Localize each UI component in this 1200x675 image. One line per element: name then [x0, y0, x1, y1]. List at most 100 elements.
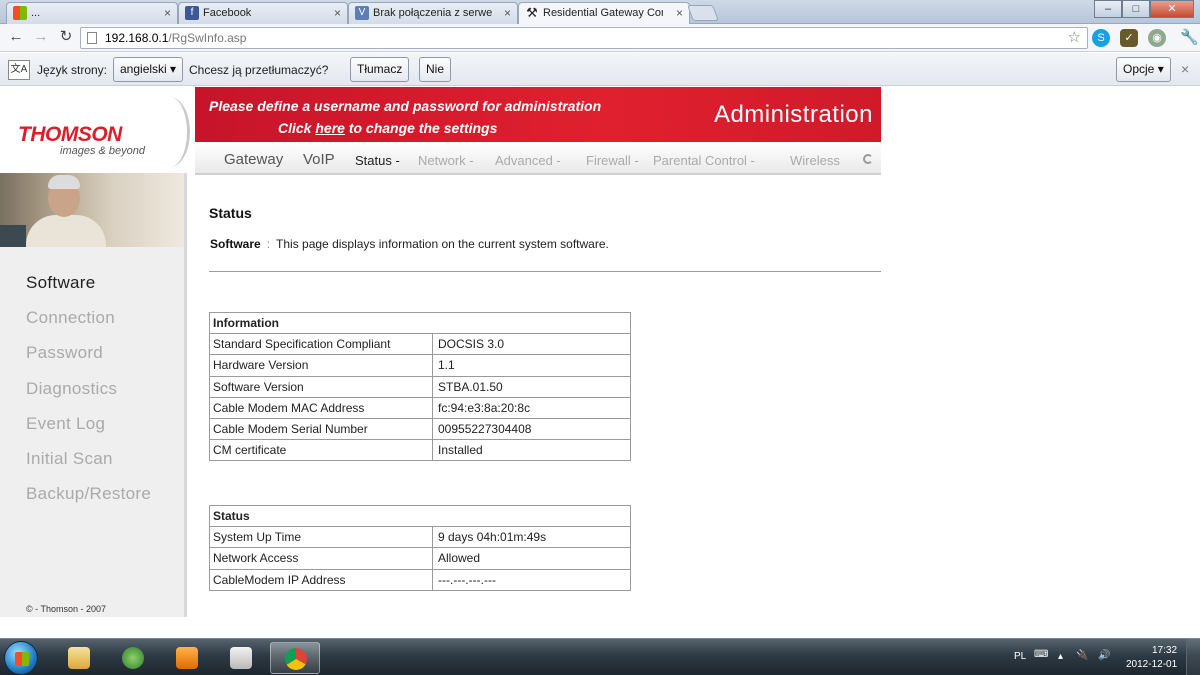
- clock-date[interactable]: 2012-12-01: [1126, 659, 1177, 670]
- header-photo: [0, 173, 184, 247]
- table-row: Cable Modem Serial Number 00955227304408: [209, 417, 631, 441]
- subnav-advanced[interactable]: Advanced -: [495, 153, 561, 168]
- taskbar-chrome[interactable]: [270, 642, 320, 674]
- address-bar[interactable]: 192.168.0.1/RgSwInfo.asp ☆: [80, 27, 1088, 49]
- reload-icon[interactable]: ↻: [56, 27, 76, 47]
- side-menu: Software Connection Password Diagnostics…: [26, 273, 151, 519]
- banner-prefix: Click: [278, 120, 316, 136]
- translate-icon: 文A: [8, 60, 30, 80]
- side-menu-event-log[interactable]: Event Log: [26, 414, 151, 449]
- side-menu-connection[interactable]: Connection: [26, 308, 151, 343]
- no-translate-button[interactable]: Nie: [419, 57, 452, 82]
- tab-label: Residential Gateway Confi: [543, 7, 663, 19]
- logo-area: THOMSON images & beyond: [0, 87, 195, 173]
- extension-icon[interactable]: ✓: [1120, 29, 1138, 47]
- side-menu-software[interactable]: Software: [26, 273, 151, 308]
- close-translate-icon[interactable]: ×: [1181, 61, 1189, 77]
- tab-brak-polaczenia[interactable]: V Brak połączenia z serweran ×: [348, 2, 518, 24]
- table-row: CableModem IP Address ---.---.---.---: [209, 568, 631, 591]
- url-host: 192.168.0.1: [105, 31, 169, 45]
- taskbar-media-player[interactable]: [162, 642, 212, 674]
- tab-1[interactable]: ... ×: [6, 2, 178, 24]
- start-button[interactable]: [4, 641, 38, 675]
- page-icon: [87, 32, 97, 44]
- power-icon[interactable]: 🔌: [1076, 650, 1088, 661]
- side-menu-diagnostics[interactable]: Diagnostics: [26, 379, 151, 414]
- wrench-menu-icon[interactable]: 🔧: [1180, 28, 1199, 46]
- tab-facebook[interactable]: f Facebook ×: [178, 2, 348, 24]
- row-key: CM certificate: [209, 439, 433, 462]
- tab-close-icon[interactable]: ×: [334, 3, 341, 23]
- folder-icon: [68, 647, 90, 669]
- facebook-favicon-icon: f: [185, 6, 199, 20]
- back-arrow-icon[interactable]: ←: [6, 27, 26, 47]
- desc-text: This page displays information on the cu…: [276, 237, 609, 251]
- row-value: DOCSIS 3.0: [432, 333, 631, 356]
- windows-logo-icon: [15, 652, 29, 666]
- bookmark-star-icon[interactable]: ☆: [1068, 28, 1081, 48]
- side-menu-backup-restore[interactable]: Backup/Restore: [26, 484, 151, 519]
- row-value: 00955227304408: [432, 417, 631, 441]
- windows-favicon-icon: [13, 6, 27, 20]
- volume-icon[interactable]: 🔊: [1098, 650, 1110, 661]
- table-row: Cable Modem MAC Address fc:94:e3:8a:20:8c: [209, 396, 631, 419]
- language-indicator[interactable]: PL: [1014, 651, 1026, 662]
- subnav-network[interactable]: Network -: [418, 153, 474, 168]
- translate-button[interactable]: Tłumacz: [350, 57, 410, 82]
- row-key: Cable Modem Serial Number: [209, 417, 433, 441]
- tab-strip: ... × f Facebook × V Brak połączenia z s…: [0, 0, 1200, 25]
- subnav-wireless[interactable]: Wireless: [790, 153, 840, 168]
- change-settings-link[interactable]: here: [315, 120, 345, 136]
- side-menu-initial-scan[interactable]: Initial Scan: [26, 449, 151, 484]
- close-window-button[interactable]: ✕: [1150, 0, 1194, 18]
- language-select[interactable]: angielski ▾: [113, 57, 184, 82]
- table-row: Software Version STBA.01.50: [209, 375, 631, 398]
- subnav-firewall[interactable]: Firewall -: [586, 153, 639, 168]
- skype-extension-icon[interactable]: S: [1092, 29, 1110, 47]
- new-tab-button[interactable]: [687, 5, 719, 21]
- taskbar-explorer[interactable]: [54, 642, 104, 674]
- eye-extension-icon[interactable]: ◉: [1148, 29, 1166, 47]
- tab-label: ...: [31, 7, 41, 19]
- side-menu-password[interactable]: Password: [26, 343, 151, 378]
- options-label: Opcje: [1123, 62, 1155, 76]
- show-desktop-button[interactable]: [1186, 639, 1200, 675]
- router-page: THOMSON images & beyond Please define a …: [0, 87, 1200, 617]
- logo-tagline: images & beyond: [60, 145, 145, 157]
- row-value: ---.---.---.---: [432, 568, 631, 591]
- row-value: Installed: [432, 439, 631, 462]
- tray-expand-icon[interactable]: ▴: [1058, 651, 1063, 662]
- status-table: Status System Up Time 9 days 04h:01m:49s …: [209, 504, 631, 591]
- row-key: Hardware Version: [209, 354, 433, 377]
- tab-close-icon[interactable]: ×: [164, 3, 171, 23]
- taskbar: PL ⌨ ▴ 🔌 🔊 17:32 2012-12-01: [0, 638, 1200, 675]
- tab-residential-gateway[interactable]: ⚒ Residential Gateway Confi ×: [518, 2, 690, 25]
- sidebar: Software Connection Password Diagnostics…: [0, 173, 187, 617]
- banner-message-2: Click here to change the settings: [278, 120, 497, 136]
- photo-laptop: [0, 225, 26, 247]
- thomson-logo: THOMSON: [18, 123, 122, 146]
- page-description: Software: This page displays information …: [210, 237, 609, 251]
- keyboard-icon[interactable]: ⌨: [1034, 649, 1048, 660]
- top-nav: Gateway VoIP Status - Network - Advanced…: [195, 142, 881, 175]
- options-button[interactable]: Opcje ▾: [1116, 57, 1171, 82]
- subnav-status[interactable]: Status -: [355, 153, 400, 168]
- divider: [209, 271, 881, 272]
- row-key: System Up Time: [209, 526, 433, 549]
- maximize-button[interactable]: □: [1122, 0, 1150, 18]
- minimize-button[interactable]: ‒: [1094, 0, 1122, 18]
- chevron-down-icon: ▾: [1157, 62, 1164, 76]
- tab-label: Facebook: [203, 7, 252, 19]
- tab-close-icon[interactable]: ×: [504, 3, 511, 23]
- logo-swoosh: [150, 97, 190, 167]
- nav-voip[interactable]: VoIP: [303, 151, 335, 168]
- translate-question: Chcesz ją przetłumaczyć?: [189, 63, 329, 77]
- tab-close-icon[interactable]: ×: [676, 3, 683, 23]
- taskbar-network[interactable]: [108, 642, 158, 674]
- language-value: angielski: [120, 62, 167, 76]
- subnav-parental-control[interactable]: Parental Control -: [653, 153, 755, 168]
- clock-time[interactable]: 17:32: [1152, 645, 1177, 656]
- forward-arrow-icon[interactable]: →: [31, 27, 51, 47]
- taskbar-app[interactable]: [216, 642, 266, 674]
- nav-gateway[interactable]: Gateway: [224, 151, 283, 168]
